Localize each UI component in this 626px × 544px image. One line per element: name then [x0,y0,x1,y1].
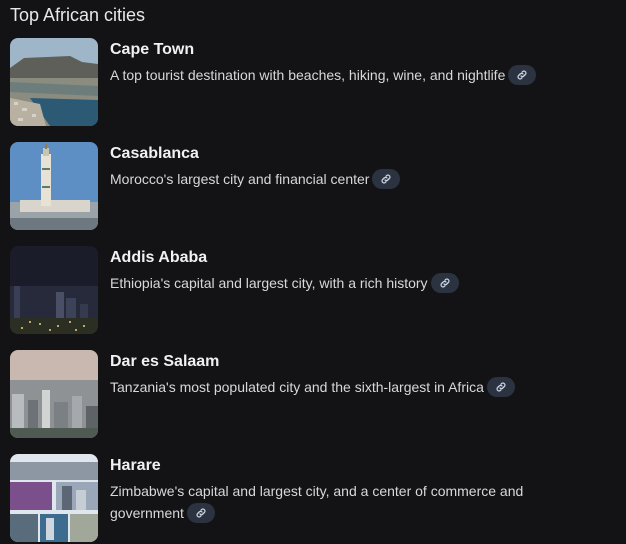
list-item-harare[interactable]: Harare Zimbabwe's capital and largest ci… [10,454,620,544]
city-name[interactable]: Casablanca [110,144,199,164]
city-description: Ethiopia's capital and largest city, wit… [110,272,570,294]
city-name[interactable]: Addis Ababa [110,248,207,268]
list-item-casablanca[interactable]: Casablanca Morocco's largest city and fi… [10,142,620,232]
link-icon [496,382,506,392]
harare-photo[interactable] [10,454,98,542]
city-description: Tanzania's most populated city and the s… [110,376,570,398]
dar-es-salaam-photo[interactable] [10,350,98,438]
cape-town-photo[interactable] [10,38,98,126]
link-icon [517,70,527,80]
city-description: A top tourist destination with beaches, … [110,64,570,86]
link-icon [381,174,391,184]
source-link-button[interactable] [372,169,401,190]
source-link-button[interactable] [486,377,515,398]
city-description: Zimbabwe's capital and largest city, and… [110,480,570,524]
city-name[interactable]: Cape Town [110,40,194,60]
list-item-addis-ababa[interactable]: Addis Ababa Ethiopia's capital and large… [10,246,620,336]
source-link-button[interactable] [186,503,215,524]
addis-ababa-photo[interactable] [10,246,98,334]
city-description: Morocco's largest city and financial cen… [110,168,570,190]
city-name[interactable]: Harare [110,456,161,476]
casablanca-photo[interactable] [10,142,98,230]
source-link-button[interactable] [508,65,537,86]
link-icon [196,508,206,518]
section-title: Top African cities [10,5,146,25]
source-link-button[interactable] [430,273,459,294]
list-item-cape-town[interactable]: Cape Town A top tourist destination with… [10,38,620,128]
link-icon [440,278,450,288]
list-item-dar-es-salaam[interactable]: Dar es Salaam Tanzania's most populated … [10,350,620,440]
city-name[interactable]: Dar es Salaam [110,352,219,372]
